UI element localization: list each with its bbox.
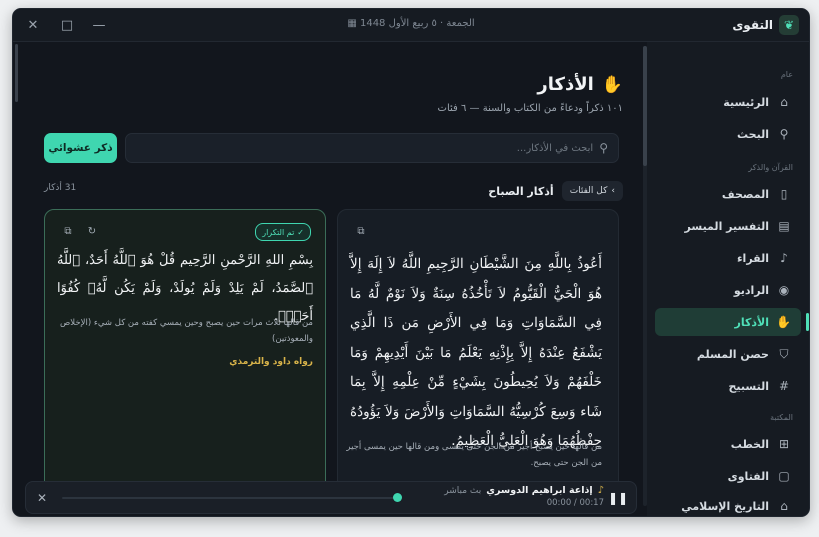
all-categories-chip[interactable]: › كل الفئات [561,181,623,201]
hand-icon: ✋ [601,74,623,95]
zikr-virtue: من قالها حين يصبح أجير من الجن حتى يمسى … [346,442,602,468]
search-icon: ⚲ [599,141,608,155]
player-info: ♪ إذاعة ابراهيم الدوسري بث مباشر 00:00 /… [444,485,604,508]
page-subtitle: ١٠١ ذكراً ودعاءً من الكتاب والسنة — ٦ فئ… [437,103,623,114]
podium-icon: ⊞ [778,437,790,451]
search-input[interactable]: ⚲ ابحث في الأذكار... [125,133,619,163]
book-icon: ▤ [778,219,790,233]
landmark-icon: ⌂ [780,499,788,513]
sidebar-section-quran: القرآن والذكر [748,163,793,172]
content-scrollbar[interactable] [643,46,647,506]
music-note-icon: ♪ [597,485,604,496]
home-icon: ⌂ [780,95,788,109]
close-icon: ✕ [36,491,48,505]
live-label: بث مباشر [444,485,482,496]
page-title: ✋ الأذكار [537,74,623,95]
sidebar-section-library: المكتبة [770,413,793,422]
hand-icon: ✋ [776,315,791,329]
progress-track[interactable] [62,497,398,499]
book-open-icon: ▯ [780,187,788,201]
sidebar-item-hisn[interactable]: ⛉ حصن المسلم [655,340,801,368]
check-icon: ✓ [297,227,304,237]
sidebar-item-tasbih[interactable]: # التسبيح [655,372,801,400]
progress-knob[interactable] [393,493,402,502]
copy-icon[interactable]: ⧉ [59,222,77,240]
random-zikr-button[interactable]: ذكر عشوائي [44,133,117,163]
calendar-icon: ▦ [347,18,357,29]
book-icon: ▢ [778,469,790,483]
zikr-count: 31 أذكار [44,183,77,193]
pause-button[interactable]: ❚❚ [606,486,630,510]
player-time: 00:00 / 00:17 [546,498,604,508]
zikr-text: أَعُوذُ بِاللَّهِ مِنَ الشَّيْطَانِ الرَ… [350,256,602,449]
scrollbar-thumb[interactable] [643,46,647,166]
category-title: أذكار الصباح [488,184,554,198]
pause-icon: ❚❚ [607,491,629,505]
sidebar-item-home[interactable]: ⌂ الرئيسية [655,88,801,116]
copy-icon[interactable]: ⧉ [352,222,370,240]
brand-name: التقوى [732,18,773,32]
sidebar: عام ⌂ الرئيسية ⚲ البحث القرآن والذكر ▯ المص… [646,42,809,516]
sidebar-item-search[interactable]: ⚲ البحث [655,120,801,148]
brand: ❦ التقوى [732,15,799,35]
sidebar-item-fatawa[interactable]: ▢ الفتاوى [655,462,801,490]
sidebar-item-mushaf[interactable]: ▯ المصحف [655,180,801,208]
microphone-icon: ♪ [780,251,788,265]
shield-icon: ⛉ [779,346,789,361]
zikr-virtue: من قالها ثلاث مرات حين يصبح وحين يمسي كف… [60,318,313,344]
hash-icon: # [778,379,790,393]
sidebar-item-history[interactable]: ⌂ التاريخ الإسلامي [655,492,801,516]
sidebar-item-tafsir[interactable]: ▤ التفسير الميسر [655,212,801,240]
sidebar-item-reciters[interactable]: ♪ القراء [655,244,801,272]
repeat-done-badge: ✓ تم التكرار [255,223,311,241]
title-bar: ✕ □ — ▦ الجمعة · ٥ ربيع الأول 1448 ❦ الت… [13,9,809,42]
station-name: إذاعة ابراهيم الدوسري [486,485,593,496]
search-placeholder: ابحث في الأذكار... [516,142,594,154]
app-window: ✕ □ — ▦ الجمعة · ٥ ربيع الأول 1448 ❦ الت… [12,8,810,517]
reset-icon[interactable]: ↻ [83,222,101,240]
main-content: ✋ الأذكار ١٠١ ذكراً ودعاءً من الكتاب وال… [13,42,647,516]
search-icon: ⚲ [779,127,789,141]
radio-icon: ◉ [778,283,790,297]
sidebar-item-radio[interactable]: ◉ الراديو [655,276,801,304]
leaf-icon: ❦ [779,15,799,35]
sidebar-section-general: عام [780,70,793,79]
sidebar-item-khutab[interactable]: ⊞ الخطب [655,430,801,458]
hijri-date: ▦ الجمعة · ٥ ربيع الأول 1448 [347,18,475,29]
chevron-right-icon: › [611,186,615,196]
category-filter: › كل الفئات أذكار الصباح [488,181,623,201]
zikr-source: رواه داود والترمذي [229,357,313,367]
zikr-card: ⧉ أَعُوذُ بِاللَّهِ مِنَ الشَّيْطَانِ ال… [337,209,619,509]
left-scrollbar[interactable] [15,44,18,102]
sidebar-item-azkar[interactable]: ✋ الأذكار [655,308,809,336]
zikr-card-completed: ⧉ ↻ ✓ تم التكرار بِسْمِ اللهِ الرَّحْمنِ… [44,209,326,509]
audio-player: ✕ ❚❚ ♪ إذاعة ابراهيم الدوسري بث مباشر 00… [25,481,637,514]
close-player-button[interactable]: ✕ [30,486,54,510]
